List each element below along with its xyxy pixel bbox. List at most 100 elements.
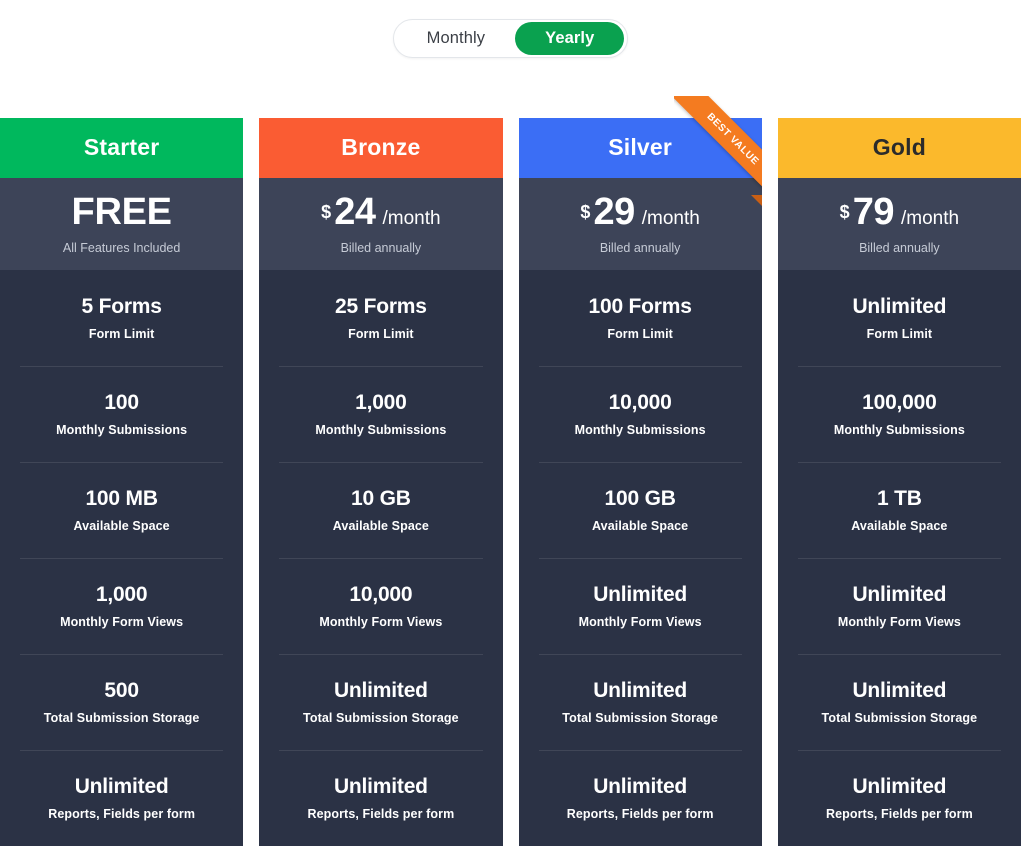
feature-label: Form Limit	[88, 327, 155, 342]
pricing-card-bronze[interactable]: Bronze $24/month Billed annually 25 Forms Fo…	[259, 118, 503, 846]
feature-label: Monthly Form Views	[319, 615, 443, 630]
plan-feature-list: 5 Forms Form Limit 100 Monthly Submissions 1…	[0, 270, 243, 846]
plan-price-period: /month	[900, 207, 960, 229]
feature-row: 500 Total Submission Storage	[0, 654, 243, 750]
feature-value: Unlimited	[333, 774, 428, 798]
plan-name-header: Starter	[0, 118, 244, 178]
plan-price-line: $79/month	[840, 193, 959, 231]
feature-row: 25 Forms Form Limit	[259, 270, 502, 366]
feature-row: Unlimited Monthly Form Views	[519, 558, 762, 654]
feature-label: Form Limit	[866, 327, 933, 342]
feature-row: Unlimited Monthly Form Views	[778, 558, 1021, 654]
feature-row: 1,000 Monthly Submissions	[259, 366, 502, 462]
feature-value: 1,000	[95, 582, 148, 606]
feature-label: Total Submission Storage	[303, 711, 459, 726]
feature-row: Unlimited Total Submission Storage	[778, 654, 1021, 750]
pricing-card-gold[interactable]: Gold $79/month Billed annually Unlimited For…	[777, 118, 1021, 846]
feature-value: 1,000	[355, 390, 407, 414]
plan-price-amount: 79	[852, 190, 895, 233]
feature-row: Unlimited Reports, Fields per form	[778, 750, 1021, 846]
feature-row: Unlimited Reports, Fields per form	[519, 750, 762, 846]
feature-row: 10 GB Available Space	[259, 462, 502, 558]
plan-feature-list: 25 Forms Form Limit 1,000 Monthly Submissio…	[259, 270, 502, 846]
feature-label: Reports, Fields per form	[48, 807, 196, 822]
billing-period-toggle[interactable]: Monthly Yearly	[392, 19, 629, 58]
feature-value: 100	[104, 390, 139, 414]
feature-label: Reports, Fields per form	[566, 807, 714, 822]
plan-price-subtext: All Features Included	[62, 240, 181, 255]
feature-value: 25 Forms	[334, 294, 427, 318]
feature-label: Available Space	[851, 519, 948, 534]
plan-price-currency: $	[839, 201, 850, 222]
plan-price-period: /month	[382, 207, 441, 229]
feature-label: Monthly Submissions	[833, 423, 965, 438]
feature-value: Unlimited	[852, 582, 947, 606]
pricing-card-silver[interactable]: Silver BEST VALUE $29/month Billed annually…	[518, 96, 762, 846]
plan-price-amount: 29	[593, 190, 635, 233]
feature-label: Monthly Submissions	[315, 423, 447, 438]
billing-toggle-option-monthly[interactable]: Monthly	[397, 22, 515, 55]
plan-feature-list: Unlimited Form Limit 100,000 Monthly Submis…	[778, 270, 1021, 846]
plan-price-currency: $	[580, 201, 591, 222]
feature-value: 100 Forms	[588, 294, 692, 318]
plan-price-subtext: Billed annually	[859, 240, 940, 255]
plan-name-header: Gold	[777, 118, 1021, 178]
feature-value: Unlimited	[74, 774, 169, 798]
feature-value: Unlimited	[852, 774, 947, 798]
plan-price-period: /month	[641, 207, 700, 229]
feature-value: Unlimited	[593, 582, 688, 606]
feature-value: Unlimited	[852, 294, 947, 318]
feature-value: Unlimited	[333, 678, 428, 702]
feature-label: Monthly Submissions	[574, 423, 706, 438]
feature-row: Unlimited Total Submission Storage	[519, 654, 762, 750]
feature-label: Total Submission Storage	[562, 711, 718, 726]
feature-row: Unlimited Form Limit	[778, 270, 1021, 366]
feature-value: 10,000	[349, 582, 413, 606]
feature-label: Available Space	[73, 519, 170, 534]
plan-name-header: Silver	[518, 118, 762, 178]
feature-row: 100,000 Monthly Submissions	[778, 366, 1021, 462]
feature-label: Total Submission Storage	[43, 711, 200, 726]
feature-value: Unlimited	[593, 774, 688, 798]
feature-label: Available Space	[332, 519, 429, 534]
feature-label: Available Space	[592, 519, 689, 534]
pricing-card-starter[interactable]: Starter FREE All Features Included 5 Forms F…	[0, 118, 244, 846]
plan-price-subtext: Billed annually	[599, 240, 681, 255]
plan-feature-list: 100 Forms Form Limit 10,000 Monthly Submiss…	[519, 270, 762, 846]
feature-row: 1 TB Available Space	[778, 462, 1021, 558]
feature-row: 10,000 Monthly Submissions	[519, 366, 762, 462]
plan-price-block: $79/month Billed annually	[777, 177, 1021, 270]
feature-label: Monthly Form Views	[60, 615, 184, 630]
feature-value: 1 TB	[877, 486, 922, 510]
feature-value: 100 GB	[604, 486, 676, 510]
feature-row: Unlimited Reports, Fields per form	[0, 750, 243, 846]
feature-row: 5 Forms Form Limit	[0, 270, 243, 366]
feature-label: Monthly Submissions	[56, 423, 188, 438]
feature-row: Unlimited Total Submission Storage	[259, 654, 502, 750]
billing-toggle-container: Monthly Yearly	[0, 19, 1021, 58]
feature-value: 100 MB	[85, 486, 158, 510]
feature-value: Unlimited	[852, 678, 947, 702]
feature-value: 10 GB	[351, 486, 411, 510]
feature-label: Monthly Form Views	[837, 615, 961, 630]
feature-label: Form Limit	[607, 327, 673, 342]
plan-price-block: FREE All Features Included	[0, 177, 244, 270]
pricing-page: Monthly Yearly Starter FREE All Features In…	[0, 0, 1021, 846]
feature-row: 1,000 Monthly Form Views	[0, 558, 243, 654]
feature-row: 100 Monthly Submissions	[0, 366, 243, 462]
feature-row: 100 Forms Form Limit	[519, 270, 762, 366]
plan-price-block: $29/month Billed annually	[518, 177, 762, 270]
plan-price-free: FREE	[71, 190, 172, 233]
feature-value: Unlimited	[593, 678, 688, 702]
plan-price-line: $29/month	[580, 193, 699, 231]
feature-label: Form Limit	[348, 327, 414, 342]
plan-name-header: Bronze	[259, 118, 503, 178]
feature-value: 10,000	[608, 390, 672, 414]
plan-price-subtext: Billed annually	[340, 240, 422, 255]
feature-row: 100 MB Available Space	[0, 462, 243, 558]
pricing-card-grid: Starter FREE All Features Included 5 Forms F…	[0, 96, 1021, 846]
plan-price-amount: 24	[334, 190, 376, 233]
plan-price-currency: $	[321, 201, 332, 222]
billing-toggle-option-yearly[interactable]: Yearly	[515, 22, 625, 55]
plan-price-block: $24/month Billed annually	[259, 177, 503, 270]
